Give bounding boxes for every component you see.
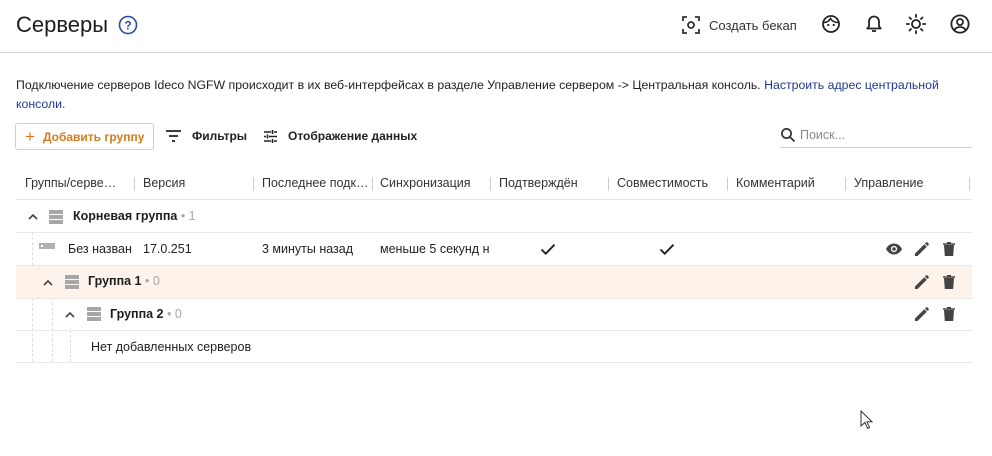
edit-pencil-icon[interactable]: [913, 240, 931, 258]
root-group-label: Корневая группа: [73, 209, 178, 223]
table-header: Группы/серве… Версия Последнее подк… Син…: [16, 170, 972, 200]
add-group-label: Добавить группу: [42, 129, 145, 144]
server-name: Без назван: [68, 242, 132, 256]
delete-trash-icon[interactable]: [940, 305, 958, 323]
server-sync: меньше 5 секунд н: [380, 242, 490, 256]
account-circle-icon[interactable]: [949, 13, 971, 35]
group-2-name: Группа 2 • 0: [110, 307, 182, 321]
support-agent-icon[interactable]: [820, 13, 842, 35]
delete-trash-icon[interactable]: [940, 240, 958, 258]
notifications-bell-icon[interactable]: [863, 13, 885, 35]
svg-text:?: ?: [124, 18, 131, 32]
search-box: [780, 122, 972, 148]
group-2-label: Группа 2: [110, 307, 164, 321]
column-separator[interactable]: [134, 177, 135, 191]
column-header-management[interactable]: Управление: [854, 170, 964, 200]
chevron-up-icon[interactable]: [63, 308, 77, 322]
search-input[interactable]: [800, 127, 960, 142]
root-group-name: Корневая группа • 1: [73, 209, 196, 223]
group-2-count: • 0: [167, 307, 182, 321]
info-description: Подключение серверов Ideco NGFW происход…: [16, 78, 765, 92]
table-row-server[interactable]: Без назван 17.0.251 3 минуты назад меньш…: [16, 233, 972, 266]
table-row-empty: Нет добавленных серверов: [16, 331, 972, 363]
table-row-group-2[interactable]: Группа 2 • 0: [16, 299, 972, 331]
table-row-group-1[interactable]: Группа 1 • 0: [16, 266, 972, 299]
view-eye-icon[interactable]: [885, 240, 903, 258]
column-header-compatibility[interactable]: Совместимость: [617, 170, 729, 200]
column-header-version[interactable]: Версия: [143, 170, 248, 200]
help-icon[interactable]: ?: [118, 15, 138, 35]
column-separator[interactable]: [969, 177, 970, 191]
data-display-button[interactable]: Отображение данных: [263, 126, 417, 146]
filters-button[interactable]: Фильтры: [165, 126, 247, 146]
top-bar: Серверы ? Создать бекап: [0, 0, 992, 53]
camera-frame-icon: [682, 16, 700, 34]
edit-pencil-icon[interactable]: [913, 273, 931, 291]
theme-sun-icon[interactable]: [905, 13, 927, 35]
filter-icon: [166, 130, 181, 142]
column-separator[interactable]: [727, 177, 728, 191]
filters-label: Фильтры: [192, 129, 248, 143]
server-version: 17.0.251: [143, 242, 192, 256]
page-title: Серверы: [16, 12, 109, 37]
search-icon: [781, 127, 796, 142]
delete-trash-icon[interactable]: [940, 273, 958, 291]
group-1-label: Группа 1: [88, 274, 142, 288]
chevron-up-icon[interactable]: [41, 276, 55, 290]
column-header-confirmed[interactable]: Подтверждён: [499, 170, 609, 200]
create-backup-label: Создать бекап: [709, 17, 797, 33]
column-separator[interactable]: [845, 177, 846, 191]
confirmed-check-icon: [540, 244, 556, 256]
add-group-button[interactable]: + Добавить группу: [15, 123, 154, 150]
edit-pencil-icon[interactable]: [913, 305, 931, 323]
data-display-label: Отображение данных: [288, 129, 418, 143]
mouse-cursor-icon: [860, 410, 874, 430]
root-group-count: • 1: [180, 209, 196, 223]
column-header-last-connection[interactable]: Последнее подк…: [262, 170, 372, 200]
column-header-comment[interactable]: Комментарий: [736, 170, 846, 200]
server-icon: [39, 243, 55, 249]
column-separator[interactable]: [490, 177, 491, 191]
group-1-name: Группа 1 • 0: [88, 274, 160, 288]
create-backup-button[interactable]: Создать бекап: [682, 13, 797, 37]
compatible-check-icon: [659, 244, 675, 256]
chevron-up-icon[interactable]: [26, 210, 40, 224]
column-separator[interactable]: [608, 177, 609, 191]
info-text: Подключение серверов Ideco NGFW происход…: [16, 76, 946, 114]
empty-servers-text: Нет добавленных серверов: [91, 340, 252, 354]
table-row-root-group[interactable]: Корневая группа • 1: [16, 200, 972, 233]
tune-sliders-icon: [264, 129, 277, 143]
server-group-icon: [87, 307, 101, 321]
column-separator[interactable]: [253, 177, 254, 191]
server-group-icon: [65, 275, 79, 289]
group-1-count: • 0: [145, 274, 160, 288]
column-header-sync[interactable]: Синхронизация: [380, 170, 490, 200]
server-last-connection: 3 минуты назад: [262, 242, 354, 256]
server-group-icon: [49, 210, 63, 224]
column-separator[interactable]: [372, 177, 373, 191]
column-header-groups[interactable]: Группы/серве…: [25, 170, 135, 200]
plus-icon: +: [25, 127, 35, 146]
